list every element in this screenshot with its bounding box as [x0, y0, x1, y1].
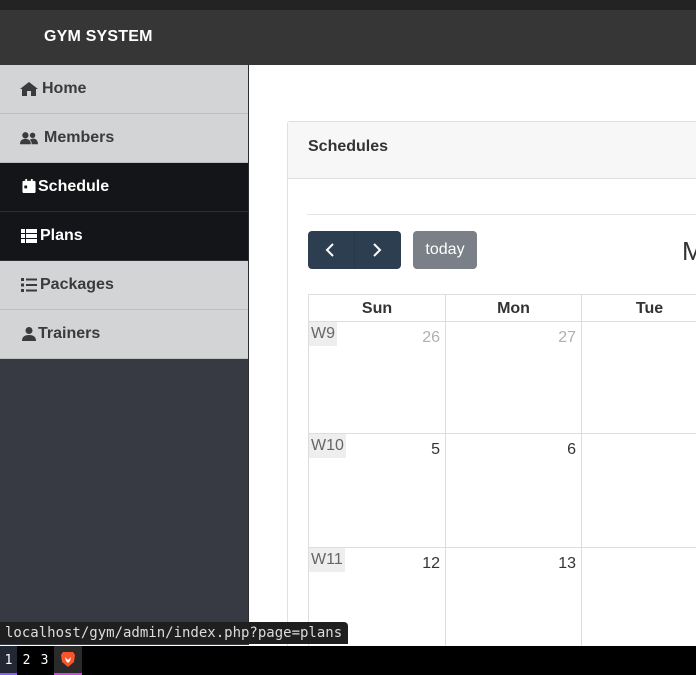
- sidebar-item-schedule[interactable]: Schedule: [0, 163, 248, 212]
- day-number[interactable]: 12: [422, 555, 440, 573]
- workspace-3[interactable]: 3: [36, 646, 53, 675]
- day-number[interactable]: 6: [567, 441, 576, 459]
- sidebar-item-label: Home: [42, 80, 87, 97]
- day-number[interactable]: 13: [558, 555, 576, 573]
- day-cell[interactable]: 13: [446, 548, 582, 659]
- user-icon: [22, 327, 36, 341]
- sidebar-item-label: Packages: [40, 276, 114, 293]
- sidebar-item-plans[interactable]: Plans: [0, 212, 248, 261]
- weekday-header: Mon: [446, 295, 582, 322]
- weekday-header: Sun: [309, 295, 446, 322]
- taskbar: 1 2 3: [0, 646, 696, 675]
- day-number[interactable]: 26: [422, 329, 440, 347]
- calendar-icon: [22, 179, 36, 193]
- sidebar-item-trainers[interactable]: Trainers: [0, 310, 248, 359]
- sidebar-item-label: Members: [44, 129, 115, 146]
- sidebar-item-label: Trainers: [38, 325, 101, 342]
- calendar-title: M: [682, 236, 696, 266]
- week-number[interactable]: W10: [309, 434, 346, 458]
- workspace-2[interactable]: 2: [18, 646, 35, 675]
- day-cell[interactable]: W9 26: [309, 322, 446, 434]
- day-number[interactable]: 5: [431, 441, 440, 459]
- divider: [307, 214, 696, 215]
- day-cell[interactable]: 27: [446, 322, 582, 434]
- chevron-right-icon: [373, 243, 382, 257]
- top-navbar: GYM SYSTEM: [0, 10, 696, 65]
- workspace-1[interactable]: 1: [0, 646, 17, 675]
- day-cell[interactable]: 6: [446, 434, 582, 548]
- grid-list-icon: [21, 229, 37, 243]
- week-number[interactable]: W11: [309, 548, 345, 572]
- link-status-url: localhost/gym/admin/index.php?page=plans: [0, 622, 349, 644]
- sidebar-item-home[interactable]: Home: [0, 65, 248, 114]
- calendar-grid: Sun Mon Tue W9 26 27 W10 5 6 W11 12 13: [308, 294, 696, 659]
- brand-title[interactable]: GYM SYSTEM: [44, 28, 153, 46]
- list-icon: [21, 278, 37, 292]
- today-button[interactable]: today: [413, 231, 477, 269]
- sidebar-item-label: Plans: [40, 227, 83, 244]
- brave-browser-task[interactable]: [54, 646, 82, 675]
- day-number[interactable]: 27: [558, 329, 576, 347]
- calendar-nav-group: [308, 231, 401, 269]
- day-cell[interactable]: [582, 322, 696, 434]
- prev-month-button[interactable]: [308, 231, 355, 269]
- day-cell[interactable]: W10 5: [309, 434, 446, 548]
- weekday-header: Tue: [582, 295, 696, 322]
- card-header: Schedules: [288, 122, 696, 179]
- home-icon: [20, 82, 38, 96]
- users-icon: [20, 132, 38, 145]
- sidebar-item-packages[interactable]: Packages: [0, 261, 248, 310]
- window-top-strip: [0, 0, 696, 10]
- brave-browser-icon: [61, 652, 75, 667]
- next-month-button[interactable]: [354, 231, 400, 269]
- sidebar-item-label: Schedule: [38, 178, 110, 195]
- card-title: Schedules: [308, 138, 389, 155]
- week-number[interactable]: W9: [309, 322, 337, 346]
- day-cell[interactable]: [582, 548, 696, 659]
- chevron-left-icon: [325, 243, 334, 257]
- sidebar: Home Members Schedule Plans Packages Tra…: [0, 65, 249, 645]
- day-cell[interactable]: [582, 434, 696, 548]
- sidebar-item-members[interactable]: Members: [0, 114, 248, 163]
